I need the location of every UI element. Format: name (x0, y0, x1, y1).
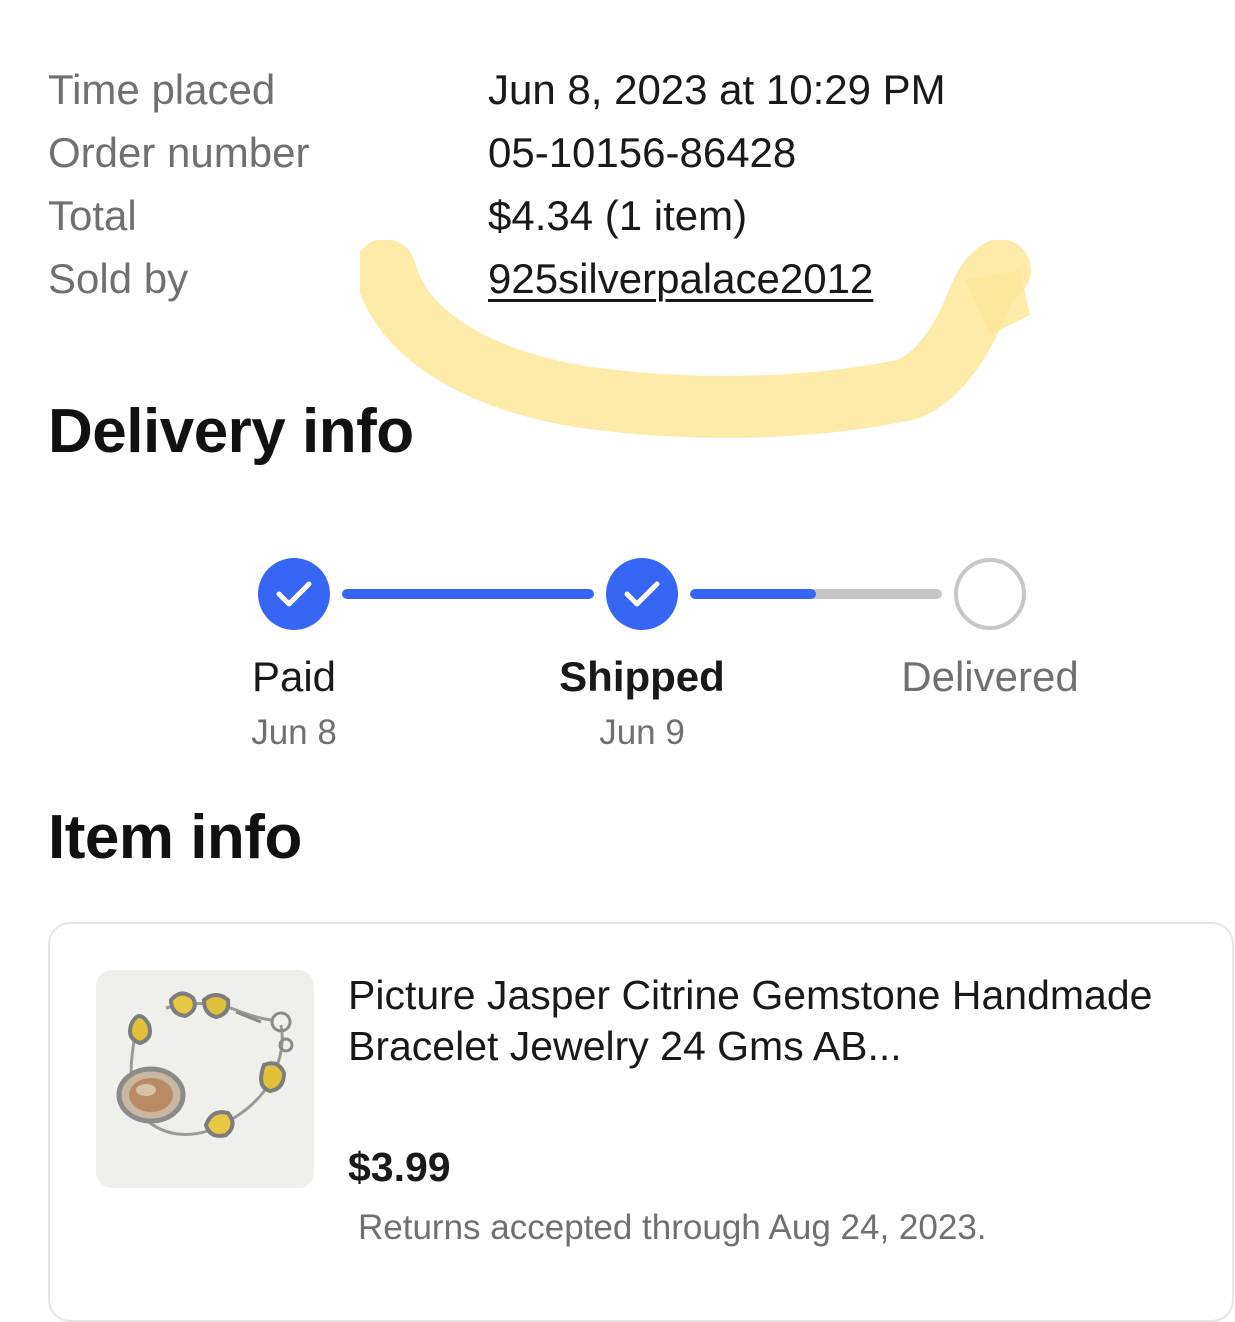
paid-check-icon (258, 558, 330, 630)
order-summary: Time placed Jun 8, 2023 at 10:29 PM Orde… (48, 58, 1198, 310)
step-paid-label: Paid (251, 653, 337, 700)
step-delivered-label: Delivered (901, 653, 1079, 700)
delivered-pending-circle-icon (954, 558, 1026, 630)
seller-link[interactable]: 925silverpalace2012 (488, 247, 873, 310)
time-placed-label: Time placed (48, 66, 276, 113)
delivery-info-title: Delivery info (48, 397, 414, 466)
returns-note: Returns accepted through Aug 24, 2023. (358, 1208, 987, 1247)
time-placed-value: Jun 8, 2023 at 10:29 PM (488, 66, 946, 113)
delivery-tracker: Paid Jun 8 Shipped Jun 9 Delivered (0, 555, 1235, 765)
step-shipped-date: Jun 9 (599, 713, 685, 752)
shipped-check-icon (606, 558, 678, 630)
total-value: $4.34 (1 item) (488, 192, 748, 239)
item-text: Picture Jasper Citrine Gemstone Handmade… (348, 970, 1198, 1072)
item-info-title: Item info (48, 803, 302, 872)
item-title-link[interactable]: Picture Jasper Citrine Gemstone Handmade… (348, 970, 1198, 1072)
order-number-value: 05-10156-86428 (488, 129, 797, 176)
item-price: $3.99 (348, 1144, 451, 1190)
step-paid-date: Jun 8 (251, 713, 337, 752)
shipped-to-delivered-bar (690, 589, 942, 599)
item-card[interactable]: Picture Jasper Citrine Gemstone Handmade… (48, 922, 1234, 1322)
bracelet-photo-icon[interactable] (96, 970, 314, 1188)
order-number-row: Order number 05-10156-86428 (48, 121, 1198, 184)
total-label: Total (48, 192, 137, 239)
sold-by-label: Sold by (48, 255, 189, 302)
order-number-label: Order number (48, 129, 310, 176)
time-placed-row: Time placed Jun 8, 2023 at 10:29 PM (48, 58, 1198, 121)
paid-to-shipped-bar (342, 589, 594, 599)
sold-by-row: Sold by 925silverpalace2012 (48, 247, 1198, 310)
total-row: Total $4.34 (1 item) (48, 184, 1198, 247)
step-shipped-label: Shipped (559, 653, 725, 700)
